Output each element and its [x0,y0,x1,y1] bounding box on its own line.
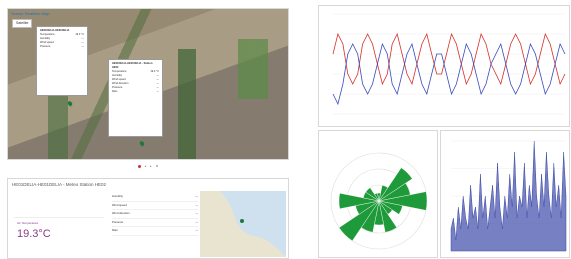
sensor-popup[interactable]: HE01DELIA-HE01DELIA Temperature 19.3 °C H… [36,26,88,96]
readings-list: Humidity — Wind speed — Wind direction — Pr… [112,193,198,236]
popup-row: Pressure — [40,45,84,48]
reading-row: Humidity — [112,193,198,202]
station-panel: HE01DELIA-HE01DELIA - Meteo Station HE02… [7,178,289,259]
temperature-box: Air Temperature 19.3°C [14,217,104,258]
sea-shape [220,191,286,257]
popup-header: HE01DELIA-HE01DELIA - Station HE02 [112,62,153,69]
wind-rose-panel [318,130,438,258]
temperature-value: 19.3°C [17,228,51,240]
reading-row: Pressure — [112,219,198,227]
reading-row: Rain — [112,227,198,236]
station-popup[interactable]: HE01DELIA-HE01DELIA - Station HE02 Tempe… [108,59,163,137]
line-chart-panel [318,5,570,127]
reading-row: Wind speed — [112,202,198,210]
toolbar-icon[interactable]: ▸ [150,164,152,168]
station-location-icon [240,219,244,223]
toolbar-icon[interactable]: ◂ [145,164,147,168]
status-dot-icon [137,164,141,168]
timeseries-panel [440,130,570,258]
location-mini-map[interactable] [200,191,286,257]
mini-map-svg [220,191,286,257]
map-title: Sensor Realtime Map [11,11,50,16]
reading-row: Wind direction — [112,210,198,219]
series-line [332,32,566,86]
map-field [238,39,268,99]
map-layer-button[interactable]: Satellite [12,19,33,28]
station-header: HE01DELIA-HE01DELIA - Meteo Station HE02 [12,182,107,187]
popup-row: Rain — [112,90,159,93]
map-toolbar: ◂ ▸ ⚙ [7,162,289,170]
line-chart [332,13,566,115]
map-field [178,49,196,159]
temperature-label: Air Temperature [17,221,39,225]
map-marker-icon[interactable] [138,140,146,147]
wind-rose-chart [330,152,428,250]
timeseries-chart [450,140,567,252]
settings-icon[interactable]: ⚙ [156,164,159,168]
map-view[interactable]: Sensor Realtime Map Satellite HE01DELIA-… [7,8,289,160]
